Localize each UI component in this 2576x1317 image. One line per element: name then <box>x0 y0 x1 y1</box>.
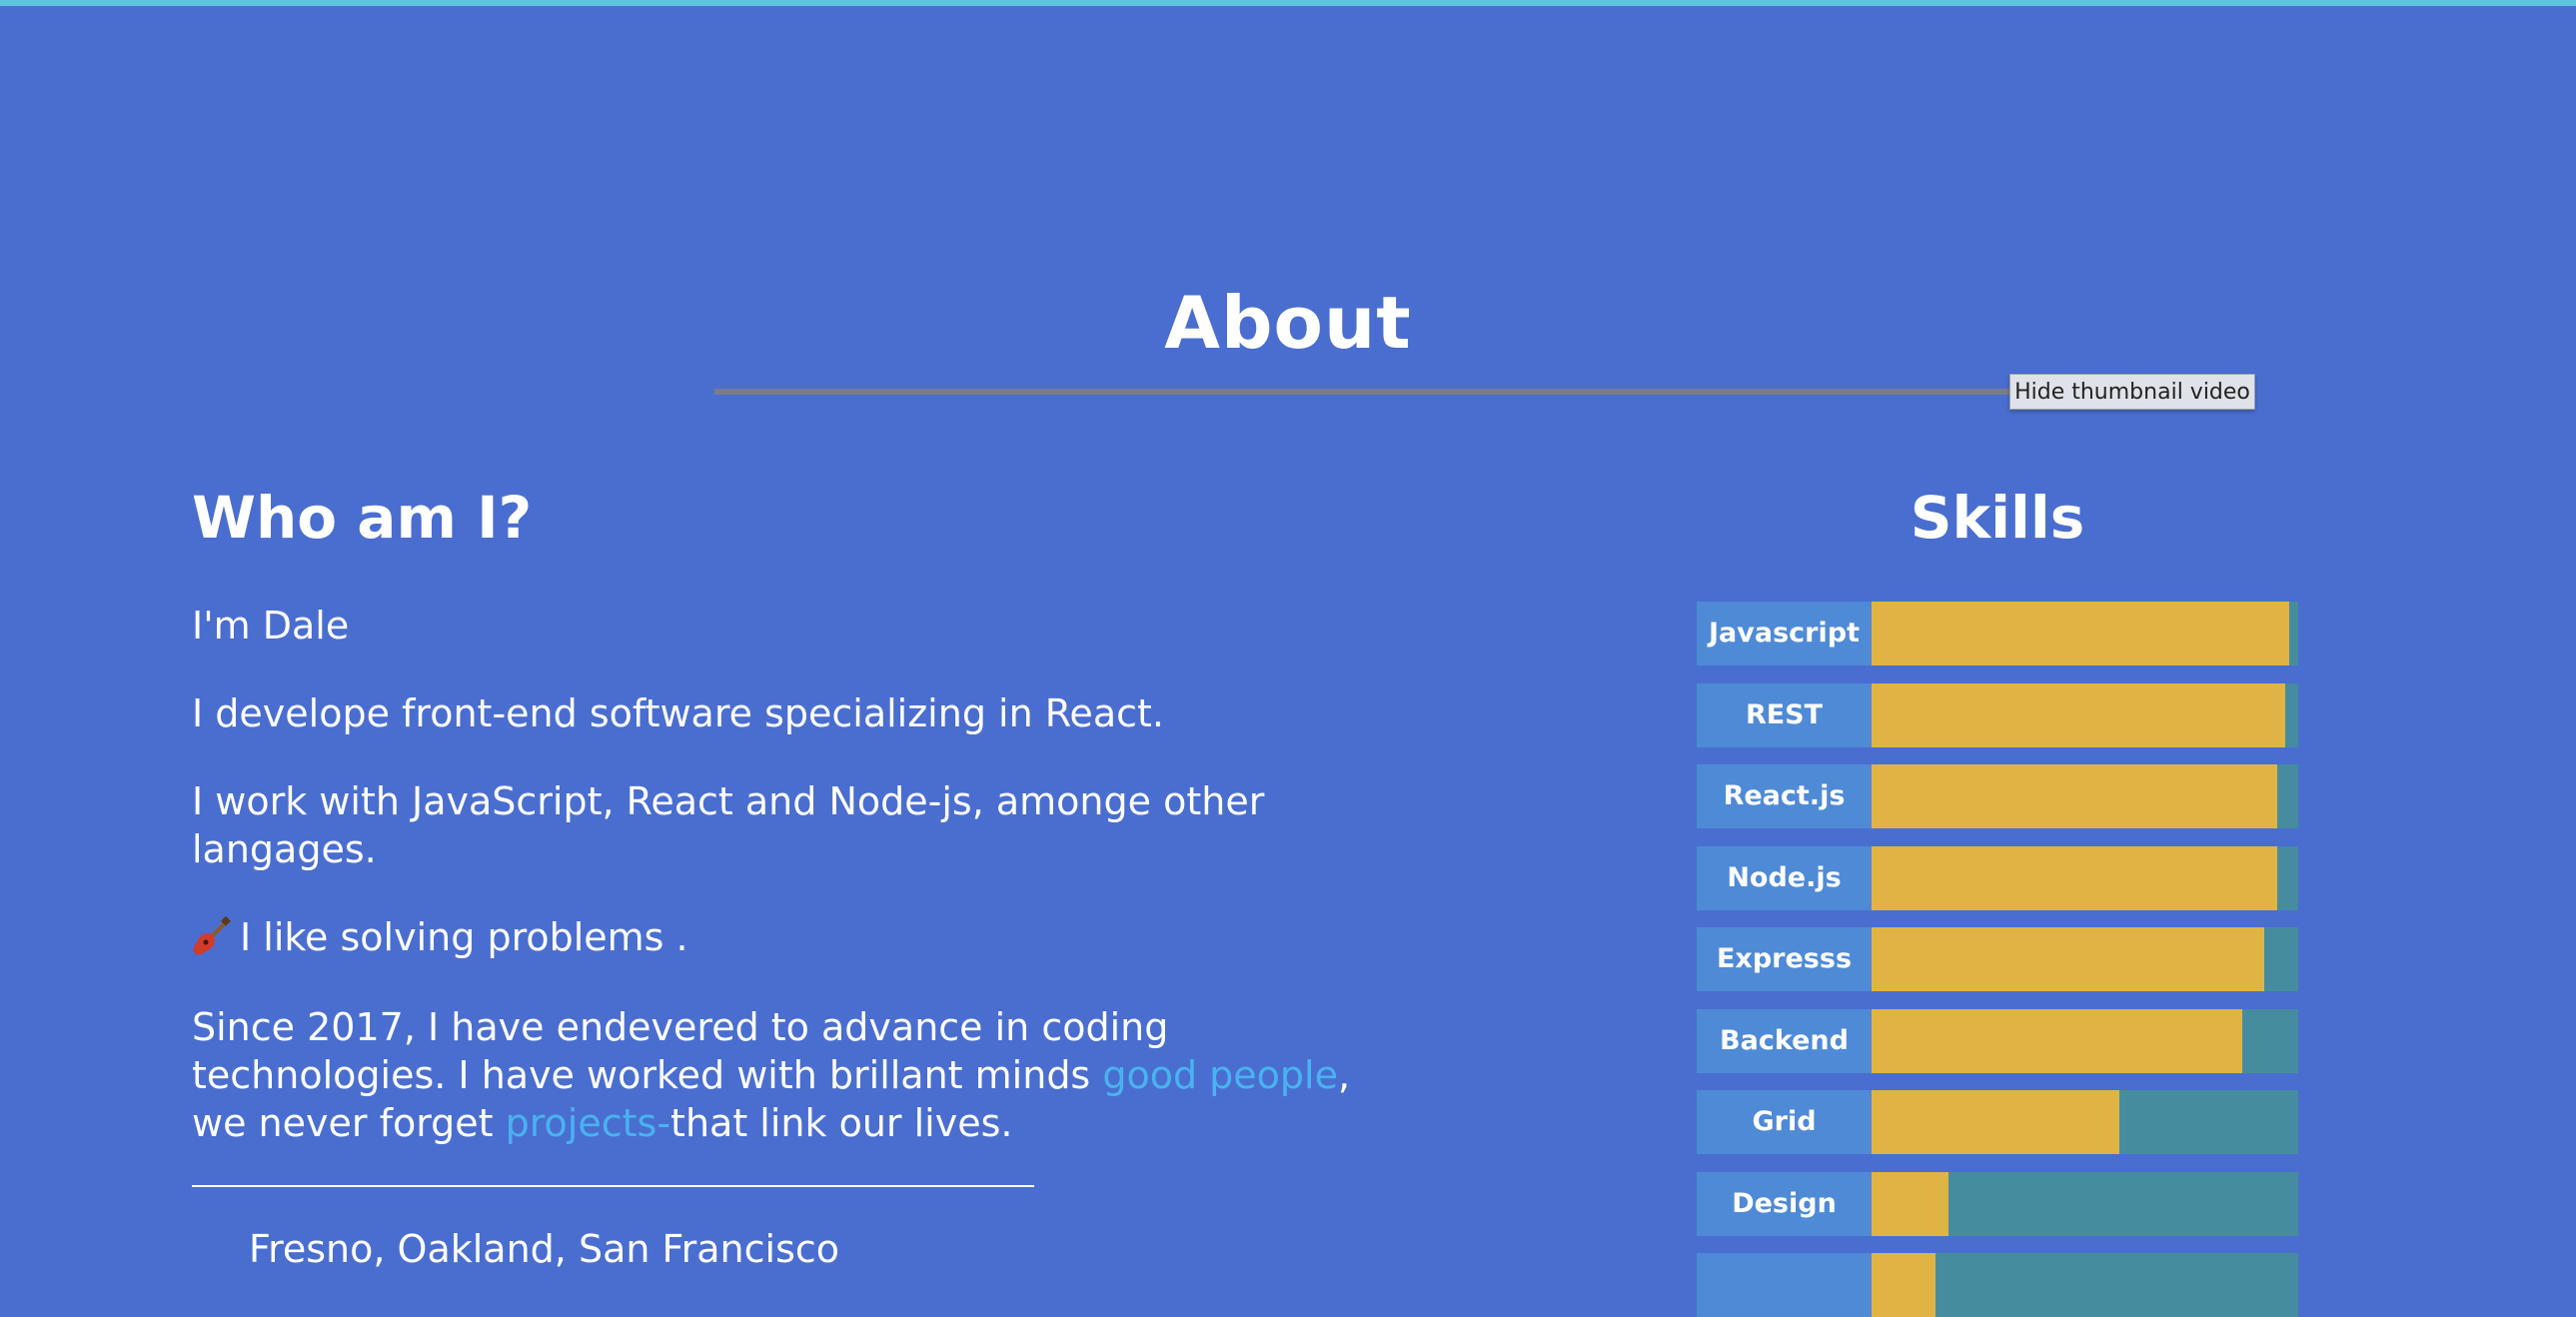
intro-text: I'm Dale <box>192 604 350 648</box>
skill-level-bar <box>1872 1009 2242 1073</box>
projects-link[interactable]: projects- <box>506 1101 670 1145</box>
skill-level-bar <box>1872 602 2289 665</box>
skill-row: React.js <box>1697 764 2298 828</box>
bio-paragraph-4: Since 2017, I have endevered to advance … <box>192 1003 1351 1147</box>
skill-label: Node.js <box>1697 846 1872 910</box>
about-divider <box>714 389 2013 395</box>
bio-paragraph-4-part-3: that link our lives. <box>670 1101 1013 1145</box>
hide-thumbnail-video-tooltip[interactable]: Hide thumbnail video <box>2009 374 2255 410</box>
skill-level-bar <box>1872 1090 2119 1154</box>
good-people-link[interactable]: good people <box>1102 1053 1338 1097</box>
skill-row: Backend <box>1697 1009 2298 1073</box>
skill-label: REST <box>1697 683 1872 747</box>
skill-row: Grid <box>1697 1090 2298 1154</box>
bio-paragraph-4-part-1: Since 2017, I have endevered to advance … <box>192 1005 1169 1097</box>
skill-label: Javascript <box>1697 602 1872 665</box>
location-text: Fresno, Oakland, San Francisco <box>249 1227 840 1271</box>
skill-level-bar <box>1872 846 2277 910</box>
skill-row: Expresss <box>1697 927 2298 991</box>
skill-row: Javascript <box>1697 602 2298 665</box>
who-am-i-heading: Who am I? <box>192 484 533 552</box>
who-divider <box>192 1185 1034 1187</box>
skill-label <box>1697 1253 1872 1317</box>
skill-row: REST <box>1697 683 2298 747</box>
skill-label: Expresss <box>1697 927 1872 991</box>
skill-label: React.js <box>1697 764 1872 828</box>
skills-heading: Skills <box>1910 484 2085 552</box>
top-accent-strip <box>0 0 2576 6</box>
skill-row: Design <box>1697 1172 2298 1236</box>
skill-level-bar <box>1872 1172 1948 1236</box>
bio-paragraph-3-text: I like solving problems . <box>240 915 688 959</box>
skill-label: Backend <box>1697 1009 1872 1073</box>
skill-row <box>1697 1253 2298 1317</box>
skill-level-bar <box>1872 927 2264 991</box>
skill-level-bar <box>1872 1253 1935 1317</box>
bio-paragraph-3: I like solving problems . <box>192 913 1351 961</box>
bio-paragraph-1: I develope front-end software specializi… <box>192 691 1164 735</box>
bio-paragraph-2: I work with JavaScript, React and Node-j… <box>192 779 1265 871</box>
skill-level-bar <box>1872 683 2285 747</box>
guitar-icon <box>192 915 232 956</box>
skill-label: Design <box>1697 1172 1872 1236</box>
section-title-about: About <box>1164 281 1412 365</box>
skill-row: Node.js <box>1697 846 2298 910</box>
skill-label: Grid <box>1697 1090 1872 1154</box>
skill-level-bar <box>1872 764 2277 828</box>
